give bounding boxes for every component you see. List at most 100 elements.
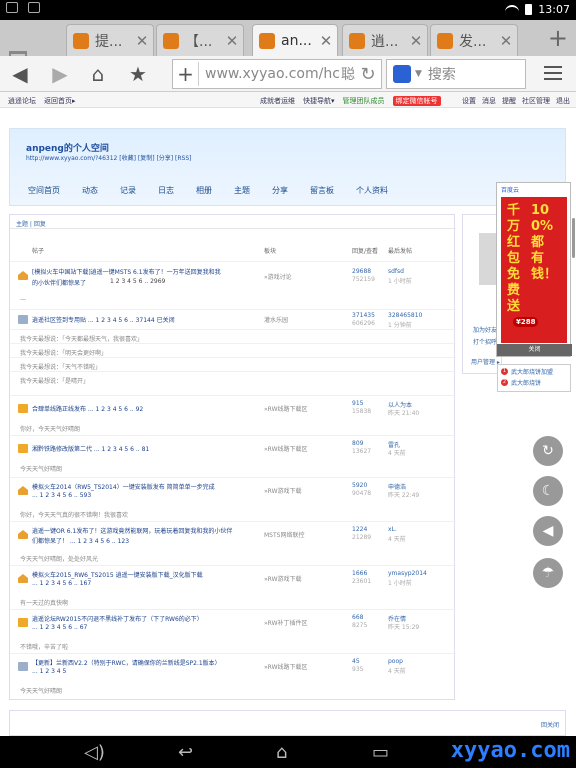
thread-forum[interactable]: »游戏讨论 xyxy=(264,272,292,281)
topbar-link[interactable]: 返回首页▸ xyxy=(44,96,76,106)
thread-forum[interactable]: »RW线路下载区 xyxy=(264,662,308,671)
add-bookmark-icon[interactable]: + xyxy=(173,62,199,86)
thread-author[interactable]: 328465810 xyxy=(388,312,422,319)
thread-title-cont[interactable]: 的小伙伴们都惊呆了 xyxy=(32,278,86,287)
tab-4[interactable]: 逍... ✕ xyxy=(342,24,428,56)
topbar-link[interactable]: 成就者运维 xyxy=(260,96,295,106)
search-box[interactable]: ▼ 搜索 xyxy=(386,59,526,89)
thread-forum[interactable]: »RW补丁插件区 xyxy=(264,618,308,627)
thread-title[interactable]: 【更新】兰新西V2.2（特别于RWC，请确保你的兰新线是SP2.1版本） xyxy=(32,658,221,667)
community-admin-link[interactable]: 社区管理 xyxy=(522,96,550,106)
thread-author[interactable]: poop xyxy=(388,658,403,665)
menu-icon[interactable] xyxy=(544,66,562,80)
recents-nav-icon[interactable]: ▭ xyxy=(372,742,389,763)
thread-title[interactable]: 湘黔铁路修改版第二代 ... 1 2 3 4 5 6 .. 81 xyxy=(32,444,149,453)
close-icon[interactable]: ✕ xyxy=(221,32,243,50)
close-icon[interactable]: ✕ xyxy=(405,32,427,50)
refresh-fab-icon[interactable]: ↻ xyxy=(533,436,563,466)
tab-active[interactable]: an... ✕ xyxy=(252,24,338,56)
space-links[interactable]: http://www.xyyao.com/?46312 [收藏] [复制] [分… xyxy=(26,153,192,162)
ad-close-button[interactable]: 关闭 xyxy=(497,344,572,356)
space-nav-item[interactable]: 主题 xyxy=(234,185,250,196)
breadcrumb[interactable]: 主题 | 回复 xyxy=(10,215,456,229)
refresh-icon[interactable]: ↻ xyxy=(355,64,381,85)
thread-forum[interactable]: »RW线路下载区 xyxy=(264,444,308,453)
table-row[interactable]: 模拟火车2015_RW6_TS2015 逍遥一键安装版下载_汉化版下载 ... … xyxy=(10,565,456,609)
home-nav-icon[interactable]: ⌂ xyxy=(276,742,287,763)
thread-title-cont[interactable]: ... 1 2 3 4 5 xyxy=(32,668,66,675)
space-nav-item[interactable]: 相册 xyxy=(196,185,212,196)
settings-link[interactable]: 设置 xyxy=(462,96,476,106)
table-row[interactable]: 模拟火车2014（RW5_TS2014）一键安装版发布 简简单单一步完成 ...… xyxy=(10,477,456,521)
user-manage-link[interactable]: 用户管理 ▸ xyxy=(471,357,500,366)
bind-wechat-button[interactable]: 绑定微信帐号 xyxy=(392,96,441,106)
say-hi-link[interactable]: 打个招呼 xyxy=(473,337,497,346)
chevron-down-icon[interactable]: ▼ xyxy=(415,69,422,79)
thread-forum[interactable]: »RW游戏下载 xyxy=(264,574,302,583)
space-nav-item[interactable]: 记录 xyxy=(120,185,136,196)
thread-pages[interactable]: 1 2 3 4 5 6 .. 2969 xyxy=(110,278,165,285)
close-icon[interactable]: ✕ xyxy=(315,32,337,50)
messages-link[interactable]: 消息 xyxy=(482,96,496,106)
ad-banner[interactable]: 百度云 千万红包免费送 100%都有钱！ ¥288 关闭 xyxy=(496,182,572,357)
thread-author[interactable]: ymasyp2014 xyxy=(388,570,427,577)
volume-icon[interactable]: ◁) xyxy=(84,742,105,763)
thread-title[interactable]: 模拟火车2014（RW5_TS2014）一键安装版发布 简简单单一步完成 xyxy=(32,482,215,491)
logout-link[interactable]: 退出 xyxy=(556,96,570,106)
tab-1[interactable]: 提... ✕ xyxy=(66,24,154,56)
forward-icon[interactable]: ▶ xyxy=(48,62,72,86)
thread-forum[interactable]: 灌水乐园 xyxy=(264,315,288,324)
thread-title-cont[interactable]: ... 1 2 3 4 5 6 .. 593 xyxy=(32,492,91,499)
umbrella-fab-icon[interactable]: ☂ xyxy=(533,558,563,588)
thread-forum[interactable]: »RW游戏下载 xyxy=(264,486,302,495)
add-friend-link[interactable]: 加为好友 xyxy=(473,325,497,334)
topbar-link[interactable]: 逍遥论坛 xyxy=(8,96,36,106)
space-nav-item[interactable]: 日志 xyxy=(158,185,174,196)
table-row[interactable]: 【更新】兰新西V2.2（特别于RWC，请确保你的兰新线是SP2.1版本） ...… xyxy=(10,653,456,697)
thread-author[interactable]: xL. xyxy=(388,526,397,533)
space-nav-item[interactable]: 留言板 xyxy=(310,185,334,196)
thread-title-cont[interactable]: ... 1 2 3 4 5 6 .. 167 xyxy=(32,580,91,587)
footer-link[interactable]: 回关闭 xyxy=(541,720,559,729)
address-bar[interactable]: + www.xyyao.com/hc 聪 ↻ xyxy=(172,59,382,89)
topbar-link[interactable]: 快捷导航▾ xyxy=(303,96,335,106)
close-icon[interactable]: ✕ xyxy=(131,32,153,50)
table-row[interactable]: 湘黔铁路修改版第二代 ... 1 2 3 4 5 6 .. 81 »RW线路下载… xyxy=(10,435,456,475)
thread-title[interactable]: 逍遥论坛RW2015不闪退不黑线补丁发布了（下了RW6的必下） xyxy=(32,614,203,623)
scrollbar[interactable] xyxy=(572,218,575,258)
table-row[interactable]: [模拟火车中国站下载]逍遥一键MSTS 6.1发布了！一万年送回复我和我 的小伙… xyxy=(10,261,456,309)
manage-team-link[interactable]: 管理团队成员 xyxy=(343,96,385,106)
table-row[interactable]: 逍遥一键OR 6.1发布了！这游戏竟然能联网，玩着玩着回复我和我的小伙伴 们都惊… xyxy=(10,521,456,565)
back-nav-icon[interactable]: ↩ xyxy=(178,742,193,763)
close-icon[interactable]: ✕ xyxy=(495,32,517,50)
bookmark-star-icon[interactable]: ★ xyxy=(126,62,150,86)
thread-title[interactable]: 逍遥一键OR 6.1发布了！这游戏竟然能联网，玩着玩着回复我和我的小伙伴 xyxy=(32,526,232,535)
popup-item[interactable]: 1 武大郎烧饼加盟 xyxy=(498,365,570,376)
tab-5[interactable]: 发... ✕ xyxy=(430,24,518,56)
night-mode-fab-icon[interactable]: ☾ xyxy=(533,476,563,506)
space-nav-item[interactable]: 空间首页 xyxy=(28,185,60,196)
reminders-link[interactable]: 提醒 xyxy=(502,96,516,106)
space-nav-item[interactable]: 分享 xyxy=(272,185,288,196)
thread-title[interactable]: 合肆单线路正线发布 ... 1 2 3 4 5 6 .. 92 xyxy=(32,404,143,413)
table-row[interactable]: 合肆单线路正线发布 ... 1 2 3 4 5 6 .. 92 »RW线路下载区… xyxy=(10,395,456,435)
space-nav-item[interactable]: 个人资料 xyxy=(356,185,388,196)
ad-body[interactable]: 千万红包免费送 100%都有钱！ ¥288 xyxy=(501,197,567,343)
popup-item[interactable]: 2 武大郎烧饼 xyxy=(498,376,570,387)
table-row[interactable]: 逍遥社区签到专用贴 ... 1 2 3 4 5 6 .. 37144 已关闭 灌… xyxy=(10,309,456,329)
tab-2[interactable]: 【... ✕ xyxy=(156,24,244,56)
thread-forum[interactable]: »RW线路下载区 xyxy=(264,404,308,413)
home-icon[interactable]: ⌂ xyxy=(86,62,110,86)
thread-title[interactable]: [模拟火车中国站下载]逍遥一键MSTS 6.1发布了！一万年送回复我和我 xyxy=(32,267,221,276)
thread-title[interactable]: 模拟火车2015_RW6_TS2015 逍遥一键安装版下载_汉化版下载 xyxy=(32,570,203,579)
back-icon[interactable]: ◀ xyxy=(8,62,32,86)
thread-title-cont[interactable]: 们都惊呆了！ ... 1 2 3 4 5 6 .. 123 xyxy=(32,536,129,545)
back-fab-icon[interactable]: ◀ xyxy=(533,516,563,546)
new-tab-button[interactable]: + xyxy=(548,24,568,52)
table-row[interactable]: 逍遥论坛RW2015不闪退不黑线补丁发布了（下了RW6的必下） ... 1 2 … xyxy=(10,609,456,653)
thread-forum[interactable]: MSTS网络联控 xyxy=(264,530,304,539)
thread-author[interactable]: sdfsd xyxy=(388,268,404,275)
space-nav-item[interactable]: 动态 xyxy=(82,185,98,196)
url-text[interactable]: www.xyyao.com/hc xyxy=(199,66,341,82)
thread-title-cont[interactable]: ... 1 2 3 4 5 6 .. 67 xyxy=(32,624,87,631)
